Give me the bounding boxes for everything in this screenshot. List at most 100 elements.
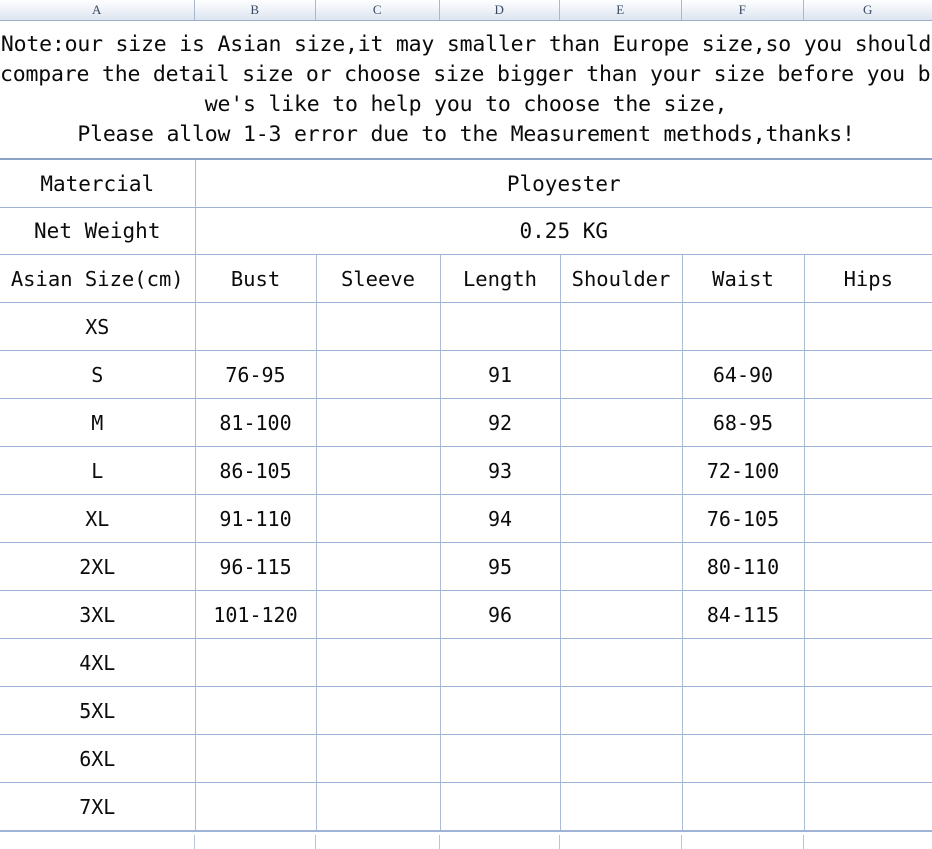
size-header-bust[interactable]: Bust	[195, 254, 317, 303]
cell-bust-s[interactable]: 76-95	[195, 350, 317, 399]
cell-length-s[interactable]: 91	[440, 350, 561, 399]
cell-length-l[interactable]: 93	[440, 446, 561, 495]
cell-hips-xl[interactable]	[804, 494, 932, 543]
cell-hips-s[interactable]	[804, 350, 932, 399]
cell-size-xl[interactable]: XL	[0, 494, 196, 543]
cell-sleeve-7xl[interactable]	[316, 782, 441, 831]
cell-length-xs[interactable]	[440, 302, 561, 351]
cell-bust-2xl[interactable]: 96-115	[195, 542, 317, 591]
cell-size-s[interactable]: S	[0, 350, 196, 399]
cell-sleeve-4xl[interactable]	[316, 638, 441, 687]
cell-waist-xl[interactable]: 76-105	[682, 494, 805, 543]
cell-size-6xl[interactable]: 6XL	[0, 734, 196, 783]
cell-shoulder-7xl[interactable]	[560, 782, 683, 831]
cell-shoulder-6xl[interactable]	[560, 734, 683, 783]
cell-size-3xl[interactable]: 3XL	[0, 590, 196, 639]
cell-hips-5xl[interactable]	[804, 686, 932, 735]
cell-length-5xl[interactable]	[440, 686, 561, 735]
column-header-b[interactable]: B	[195, 0, 316, 20]
column-header-a[interactable]: A	[0, 0, 195, 20]
cell-bust-xl[interactable]: 91-110	[195, 494, 317, 543]
cell-shoulder-2xl[interactable]	[560, 542, 683, 591]
cell-waist-3xl[interactable]: 84-115	[682, 590, 805, 639]
cell-hips-xs[interactable]	[804, 302, 932, 351]
cell-sleeve-2xl[interactable]	[316, 542, 441, 591]
cell-length-2xl[interactable]: 95	[440, 542, 561, 591]
column-header-d[interactable]: D	[440, 0, 560, 20]
column-header-f[interactable]: F	[682, 0, 804, 20]
cell-hips-3xl[interactable]	[804, 590, 932, 639]
cell-sleeve-s[interactable]	[316, 350, 441, 399]
cell-size-4xl[interactable]: 4XL	[0, 638, 196, 687]
clipped-bottom-row[interactable]	[0, 832, 932, 849]
cell-shoulder-xs[interactable]	[560, 302, 683, 351]
matercial-label[interactable]: Matercial	[0, 159, 196, 208]
cell-sleeve-m[interactable]	[316, 398, 441, 447]
cell-waist-7xl[interactable]	[682, 782, 805, 831]
size-header-sleeve[interactable]: Sleeve	[316, 254, 441, 303]
cell-bust-3xl[interactable]: 101-120	[195, 590, 317, 639]
cell-waist-5xl[interactable]	[682, 686, 805, 735]
clipped-cell-e	[560, 835, 682, 849]
cell-waist-s[interactable]: 64-90	[682, 350, 805, 399]
cell-shoulder-5xl[interactable]	[560, 686, 683, 735]
cell-length-4xl[interactable]	[440, 638, 561, 687]
cell-hips-l[interactable]	[804, 446, 932, 495]
cell-size-5xl[interactable]: 5XL	[0, 686, 196, 735]
cell-length-xl[interactable]: 94	[440, 494, 561, 543]
cell-bust-4xl[interactable]	[195, 638, 317, 687]
cell-sleeve-6xl[interactable]	[316, 734, 441, 783]
cell-bust-6xl[interactable]	[195, 734, 317, 783]
cell-shoulder-4xl[interactable]	[560, 638, 683, 687]
cell-waist-2xl[interactable]: 80-110	[682, 542, 805, 591]
cell-sleeve-3xl[interactable]	[316, 590, 441, 639]
cell-sleeve-xs[interactable]	[316, 302, 441, 351]
cell-shoulder-m[interactable]	[560, 398, 683, 447]
cell-length-3xl[interactable]: 96	[440, 590, 561, 639]
cell-shoulder-s[interactable]	[560, 350, 683, 399]
cell-bust-m[interactable]: 81-100	[195, 398, 317, 447]
cell-waist-l[interactable]: 72-100	[682, 446, 805, 495]
size-header-length[interactable]: Length	[440, 254, 561, 303]
matercial-value[interactable]: Ployester	[195, 159, 932, 208]
cell-sleeve-5xl[interactable]	[316, 686, 441, 735]
cell-length-6xl[interactable]	[440, 734, 561, 783]
size-header-hips[interactable]: Hips	[804, 254, 932, 303]
cell-shoulder-xl[interactable]	[560, 494, 683, 543]
cell-length-7xl[interactable]	[440, 782, 561, 831]
net-weight-value[interactable]: 0.25 KG	[195, 207, 932, 255]
cell-bust-l[interactable]: 86-105	[195, 446, 317, 495]
cell-waist-4xl[interactable]	[682, 638, 805, 687]
cell-size-m[interactable]: M	[0, 398, 196, 447]
cell-waist-xs[interactable]	[682, 302, 805, 351]
size-header-asian-size[interactable]: Asian Size(cm)	[0, 254, 196, 303]
cell-length-m[interactable]: 92	[440, 398, 561, 447]
size-header-shoulder[interactable]: Shoulder	[560, 254, 683, 303]
cell-waist-6xl[interactable]	[682, 734, 805, 783]
cell-size-2xl[interactable]: 2XL	[0, 542, 196, 591]
cell-size-xs[interactable]: XS	[0, 302, 196, 351]
cell-shoulder-3xl[interactable]	[560, 590, 683, 639]
cell-waist-m[interactable]: 68-95	[682, 398, 805, 447]
cell-sleeve-l[interactable]	[316, 446, 441, 495]
size-header-waist[interactable]: Waist	[682, 254, 805, 303]
clipped-cell-b	[195, 835, 316, 849]
cell-bust-7xl[interactable]	[195, 782, 317, 831]
cell-bust-xs[interactable]	[195, 302, 317, 351]
cell-size-7xl[interactable]: 7XL	[0, 782, 196, 831]
column-header-c[interactable]: C	[316, 0, 440, 20]
cell-hips-7xl[interactable]	[804, 782, 932, 831]
column-header-g[interactable]: G	[804, 0, 932, 20]
cell-bust-5xl[interactable]	[195, 686, 317, 735]
cell-hips-m[interactable]	[804, 398, 932, 447]
cell-shoulder-l[interactable]	[560, 446, 683, 495]
cell-hips-4xl[interactable]	[804, 638, 932, 687]
net-weight-label[interactable]: Net Weight	[0, 207, 196, 255]
cell-hips-2xl[interactable]	[804, 542, 932, 591]
cell-hips-6xl[interactable]	[804, 734, 932, 783]
note-block[interactable]: Note:our size is Asian size,it may small…	[0, 21, 932, 160]
cell-sleeve-xl[interactable]	[316, 494, 441, 543]
cell-size-l[interactable]: L	[0, 446, 196, 495]
spreadsheet-grid: Note:our size is Asian size,it may small…	[0, 21, 932, 849]
column-header-e[interactable]: E	[560, 0, 682, 20]
